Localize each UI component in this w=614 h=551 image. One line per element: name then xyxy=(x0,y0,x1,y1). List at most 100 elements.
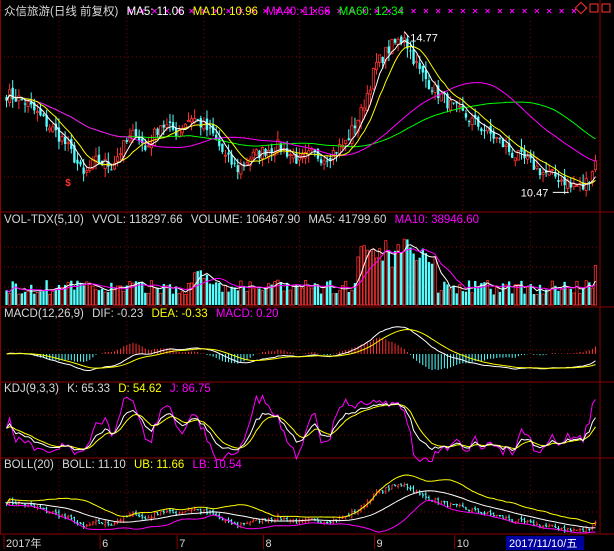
price-candle xyxy=(569,182,572,188)
volume-bar xyxy=(149,280,154,306)
date-label: 6 xyxy=(102,538,108,550)
volume-bar xyxy=(282,290,286,306)
volume-bar xyxy=(208,283,212,305)
window-controls[interactable] xyxy=(574,1,611,15)
date-label: 7 xyxy=(179,538,185,550)
vol-title: VOL-TDX(5,10) xyxy=(4,214,84,226)
price-candle xyxy=(427,80,431,89)
volume-bar xyxy=(371,249,376,306)
signal-marker xyxy=(435,8,441,14)
volume-bar xyxy=(218,283,221,305)
price-candle xyxy=(162,124,165,128)
price-candle xyxy=(60,136,64,142)
volume-bar xyxy=(88,284,92,306)
volume-bar xyxy=(177,293,181,306)
volume-bar xyxy=(418,257,421,305)
minimize-icon[interactable] xyxy=(574,1,588,15)
volume-bar xyxy=(239,280,243,306)
date-label: 2017年 xyxy=(6,536,41,550)
boll-panel[interactable] xyxy=(5,474,597,534)
volume-bar xyxy=(297,285,302,306)
volume-bar xyxy=(316,285,320,305)
restore-icon[interactable] xyxy=(589,3,599,13)
volume-bar xyxy=(307,285,311,306)
price-candle xyxy=(550,169,554,171)
signal-marker xyxy=(411,8,416,14)
price-candle xyxy=(387,46,391,54)
price-candle xyxy=(498,138,502,140)
price-candle xyxy=(168,121,172,123)
volume-bar xyxy=(146,293,150,306)
volume-bar xyxy=(448,288,453,306)
volume-bar xyxy=(304,279,308,306)
boll-ub: UB: 11.66 xyxy=(134,459,185,471)
ma40-line xyxy=(6,82,596,162)
price-candle xyxy=(221,143,224,152)
volume-bar xyxy=(82,285,85,305)
price-candle xyxy=(66,142,70,145)
volume-bar xyxy=(103,291,107,306)
price-candle xyxy=(326,160,329,162)
price-panel[interactable]: 14.77 10.47 $ xyxy=(5,8,598,199)
volume-bar xyxy=(470,292,474,306)
macd-value: MACD: 0.20 xyxy=(215,308,279,320)
date-label: 10 xyxy=(457,538,469,550)
price-candle xyxy=(119,153,123,156)
volume-bar xyxy=(590,287,594,306)
volume-bar xyxy=(492,294,495,305)
volume-bar xyxy=(575,280,579,306)
volume-bar xyxy=(412,253,415,305)
price-candle xyxy=(23,103,27,105)
volume-bar xyxy=(396,244,400,306)
price-candle xyxy=(511,152,514,158)
price-candle xyxy=(319,159,323,164)
volume-bar xyxy=(461,291,465,305)
volume-bar xyxy=(300,287,305,306)
high-price-label: 14.77 xyxy=(410,33,438,45)
price-candle xyxy=(42,114,45,117)
close-icon[interactable] xyxy=(601,3,611,13)
volume-bar xyxy=(400,253,403,305)
volume-bar xyxy=(254,287,258,306)
price-candle xyxy=(418,62,421,69)
price-candle xyxy=(557,180,560,182)
price-ma10: MA10: 10.96 xyxy=(192,6,258,18)
volume-bar xyxy=(285,282,289,305)
price-candle xyxy=(464,113,468,118)
price-candle xyxy=(131,129,135,140)
price-candle xyxy=(20,98,24,100)
volume-bar xyxy=(464,291,468,305)
price-candle xyxy=(374,61,379,71)
kdj-d: D: 54.62 xyxy=(118,383,162,395)
vol-volume: VOLUME: 106467.90 xyxy=(190,214,301,226)
volume-bar xyxy=(550,280,554,306)
price-candle xyxy=(85,170,89,173)
volume-bar xyxy=(427,262,431,305)
signal-marker xyxy=(448,8,453,14)
signal-marker xyxy=(485,8,490,14)
price-candle xyxy=(523,150,526,159)
price-candle xyxy=(236,165,239,173)
volume-bar xyxy=(183,294,187,306)
kdj-panel[interactable] xyxy=(6,394,596,463)
volume-panel[interactable] xyxy=(5,238,598,306)
price-candle xyxy=(421,65,424,73)
price-candle xyxy=(17,95,21,102)
price-candle xyxy=(134,129,138,138)
price-candle xyxy=(535,165,539,169)
macd-dif-line xyxy=(6,326,596,371)
price-candle xyxy=(353,125,357,129)
price-candle xyxy=(115,156,120,162)
volume-bar xyxy=(248,281,252,306)
boll-header: BOLL(20) BOLL: 11.10 UB: 11.66 LB: 10.54 xyxy=(4,459,247,471)
chart-grid xyxy=(0,0,614,535)
volume-bar xyxy=(326,281,329,305)
price-candle xyxy=(554,173,557,177)
volume-bar xyxy=(94,289,98,306)
price-candle xyxy=(26,100,30,107)
price-candle xyxy=(393,39,397,43)
signal-marker xyxy=(534,8,540,14)
volume-bar xyxy=(347,291,350,305)
macd-panel[interactable] xyxy=(6,326,596,371)
volume-bar xyxy=(331,293,335,306)
